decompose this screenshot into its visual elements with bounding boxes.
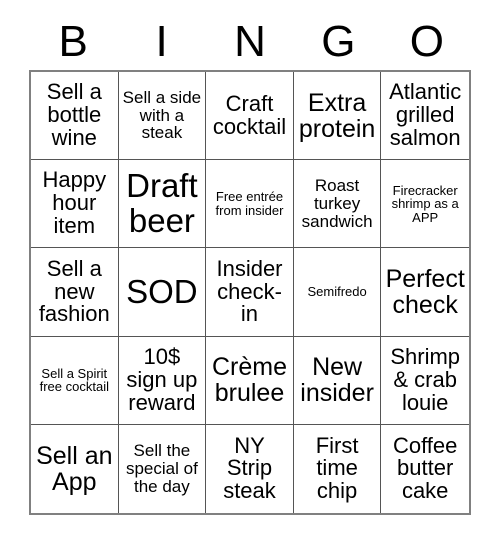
bingo-cell[interactable]: Sell a side with a steak bbox=[118, 72, 207, 161]
bingo-cell[interactable]: Craft cocktail bbox=[206, 72, 294, 161]
bingo-cell-label: Atlantic grilled salmon bbox=[389, 79, 462, 151]
bingo-cell[interactable]: Semifredo bbox=[293, 248, 382, 337]
bingo-cell-label: Roast turkey sandwich bbox=[301, 176, 373, 231]
bingo-cell[interactable]: SOD bbox=[118, 248, 207, 337]
bingo-cell-label: Free entrée from insider bbox=[215, 189, 284, 218]
bingo-cell[interactable]: Crème brulee bbox=[206, 336, 294, 425]
bingo-card: B I N G O Sell a bottle wine Sell a side… bbox=[0, 0, 500, 544]
bingo-cell-label: 10$ sign up reward bbox=[126, 343, 198, 415]
bingo-cell-label: Sell a new fashion bbox=[38, 255, 110, 327]
bingo-cell[interactable]: Draft beer bbox=[118, 160, 207, 249]
bingo-cell-label: New insider bbox=[300, 353, 374, 408]
bingo-cell[interactable]: Free entrée from insider bbox=[206, 160, 294, 249]
bingo-cell[interactable]: Atlantic grilled salmon bbox=[381, 72, 469, 161]
bingo-cell-label: Semifredo bbox=[307, 284, 367, 300]
bingo-cell[interactable]: Roast turkey sandwich bbox=[293, 160, 382, 249]
bingo-cell-label: Sell a Spirit free cocktail bbox=[39, 365, 109, 395]
bingo-cell-label: Perfect check bbox=[385, 264, 465, 319]
bingo-cell[interactable]: Sell a new fashion bbox=[31, 248, 119, 337]
bingo-header-letter-i: I bbox=[155, 17, 168, 66]
bingo-cell[interactable]: Sell a Spirit free cocktail bbox=[31, 336, 119, 425]
bingo-cell[interactable]: Coffee butter cake bbox=[381, 424, 469, 513]
bingo-cell[interactable]: Perfect check bbox=[381, 248, 469, 337]
bingo-header-row: B I N G O bbox=[29, 14, 471, 70]
bingo-cell-label: Extra protein bbox=[298, 88, 376, 143]
bingo-cell-label: Insider check-in bbox=[216, 255, 283, 327]
bingo-header-letter-b: B bbox=[58, 17, 88, 66]
bingo-cell[interactable]: Shrimp & crab louie bbox=[381, 336, 469, 425]
bingo-cell[interactable]: Sell an App bbox=[31, 424, 119, 513]
bingo-cell[interactable]: First time chip bbox=[293, 424, 382, 513]
bingo-cell[interactable]: Happy hour item bbox=[31, 160, 119, 249]
bingo-cell[interactable]: Insider check-in bbox=[206, 248, 294, 337]
bingo-cell-label: SOD bbox=[126, 272, 198, 310]
bingo-cell-label: Firecracker shrimp as a APP bbox=[391, 182, 459, 225]
bingo-header-letter-o: O bbox=[409, 17, 444, 66]
bingo-grid: Sell a bottle wine Sell a side with a st… bbox=[29, 70, 471, 515]
bingo-header-letter-g: G bbox=[321, 17, 356, 66]
bingo-header-letter-n: N bbox=[234, 17, 266, 66]
bingo-cell-label: Sell a bottle wine bbox=[46, 79, 102, 151]
bingo-cell-label: Crème brulee bbox=[211, 353, 287, 408]
bingo-cell-label: NY Strip steak bbox=[223, 432, 276, 504]
bingo-cell-label: Shrimp & crab louie bbox=[390, 343, 461, 415]
bingo-cell[interactable]: Sell a bottle wine bbox=[31, 72, 119, 161]
bingo-cell-label: Sell a side with a steak bbox=[122, 88, 202, 143]
bingo-cell-label: Sell the special of the day bbox=[125, 441, 198, 496]
bingo-cell-label: Happy hour item bbox=[42, 167, 107, 239]
bingo-cell-label: Craft cocktail bbox=[212, 90, 287, 139]
bingo-cell[interactable]: New insider bbox=[293, 336, 382, 425]
bingo-cell-label: Draft beer bbox=[126, 167, 198, 239]
bingo-cell-label: Sell an App bbox=[36, 441, 113, 496]
bingo-cell[interactable]: Extra protein bbox=[293, 72, 382, 161]
bingo-cell[interactable]: Sell the special of the day bbox=[118, 424, 207, 513]
bingo-cell-label: First time chip bbox=[315, 432, 359, 504]
bingo-cell-label: Coffee butter cake bbox=[392, 432, 458, 504]
bingo-cell[interactable]: Firecracker shrimp as a APP bbox=[381, 160, 469, 249]
bingo-cell[interactable]: NY Strip steak bbox=[206, 424, 294, 513]
bingo-cell[interactable]: 10$ sign up reward bbox=[118, 336, 207, 425]
